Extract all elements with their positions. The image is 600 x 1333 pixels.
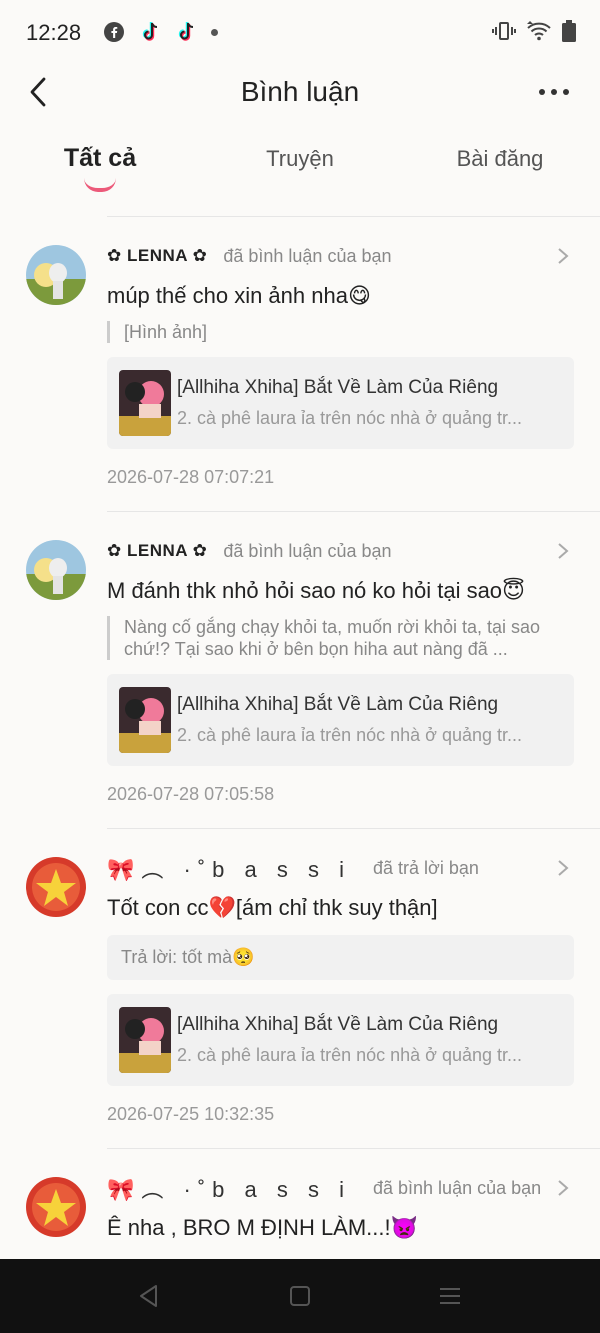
header: Bình luận bbox=[0, 68, 600, 118]
action-text: đã trả lời bạn bbox=[373, 857, 479, 878]
list-item[interactable]: ✿ LENNA ✿ đã bình luận của bạn M đánh th… bbox=[0, 512, 600, 828]
avatar[interactable] bbox=[26, 245, 86, 305]
tab-bar: Tất cả Truyện Bài đăng bbox=[0, 140, 600, 200]
story-card[interactable]: [Allhiha Xhiha] Bắt Về Làm Của Riêng 2. … bbox=[107, 674, 574, 766]
notification-feed: ✿ LENNA ✿ đã bình luận của bạn múp thế c… bbox=[0, 216, 600, 1243]
page-title: Bình luận bbox=[240, 76, 360, 107]
action-text: đã bình luận của bạn bbox=[373, 1177, 542, 1198]
system-nav-bar bbox=[0, 1259, 600, 1333]
system-icons bbox=[492, 20, 576, 42]
comment-text: M đánh thk nhỏ hỏi sao nó ko hỏi tại sao… bbox=[107, 578, 525, 603]
more-horizontal-icon bbox=[539, 89, 545, 95]
nav-back-button[interactable] bbox=[134, 1281, 164, 1311]
timestamp: 2026-07-28 07:07:21 bbox=[107, 467, 275, 487]
chevron-right-icon[interactable] bbox=[556, 1179, 570, 1197]
back-triangle-icon bbox=[140, 1285, 157, 1307]
status-time: 12:28 bbox=[26, 20, 82, 45]
list-item[interactable]: 🎀︵ ·˚b a s s i e… đã bình luận của bạn Ê… bbox=[0, 1149, 600, 1243]
tiktok-icon bbox=[142, 22, 158, 41]
chevron-right-icon[interactable] bbox=[556, 542, 570, 560]
home-square-icon bbox=[290, 1286, 310, 1306]
chevron-right-icon[interactable] bbox=[556, 859, 570, 877]
story-thumbnail bbox=[119, 1007, 171, 1073]
story-title: [Allhiha Xhiha] Bắt Về Làm Của Riêng bbox=[177, 377, 499, 398]
username[interactable]: ✿ LENNA ✿ bbox=[107, 541, 207, 561]
more-options-button[interactable] bbox=[534, 80, 574, 104]
nav-home-button[interactable] bbox=[285, 1281, 315, 1311]
tab-all[interactable]: Tất cả bbox=[25, 144, 175, 173]
avatar[interactable] bbox=[26, 1177, 86, 1237]
menu-lines-icon bbox=[440, 1288, 460, 1304]
username[interactable]: ✿ LENNA ✿ bbox=[107, 246, 207, 266]
wifi-icon bbox=[527, 21, 551, 41]
story-title: [Allhiha Xhiha] Bắt Về Làm Của Riêng bbox=[177, 694, 499, 715]
username[interactable]: 🎀︵ ·˚b a s s i e… bbox=[107, 852, 357, 884]
vibrate-icon bbox=[492, 22, 516, 40]
tiktok-icon bbox=[178, 22, 194, 41]
story-chapter: 2. cà phê laura ỉa trên nóc nhà ở quảng … bbox=[177, 1045, 523, 1065]
story-thumbnail bbox=[119, 370, 171, 436]
username[interactable]: 🎀︵ ·˚b a s s i e… bbox=[107, 1172, 357, 1204]
notification-icons bbox=[103, 20, 218, 44]
story-chapter: 2. cà phê laura ỉa trên nóc nhà ở quảng … bbox=[177, 408, 523, 428]
list-item[interactable]: ✿ LENNA ✿ đã bình luận của bạn múp thế c… bbox=[0, 217, 600, 511]
facebook-icon bbox=[104, 22, 124, 42]
avatar[interactable] bbox=[26, 540, 86, 600]
comment-text: Tốt con cc💔[ám chỉ thk suy thận] bbox=[107, 895, 438, 920]
action-text: đã bình luận của bạn bbox=[223, 245, 392, 266]
story-card[interactable]: [Allhiha Xhiha] Bắt Về Làm Của Riêng 2. … bbox=[107, 357, 574, 449]
more-notifications-dot bbox=[211, 28, 218, 36]
chevron-right-icon[interactable] bbox=[556, 247, 570, 265]
story-chapter: 2. cà phê laura ỉa trên nóc nhà ở quảng … bbox=[177, 725, 523, 745]
story-card[interactable]: [Allhiha Xhiha] Bắt Về Làm Của Riêng 2. … bbox=[107, 994, 574, 1086]
quoted-text: Nàng cố gắng chạy khỏi ta, muốn rời khỏi… bbox=[107, 616, 574, 660]
timestamp: 2026-07-28 07:05:58 bbox=[107, 784, 275, 804]
story-thumbnail bbox=[119, 687, 171, 753]
tab-posts[interactable]: Bài đăng bbox=[425, 146, 575, 172]
tab-stories[interactable]: Truyện bbox=[225, 146, 375, 172]
battery-icon bbox=[562, 20, 576, 42]
story-title: [Allhiha Xhiha] Bắt Về Làm Của Riêng bbox=[177, 1014, 499, 1035]
comment-text: Ê nha , BRO M ĐỊNH LÀM...!👿 bbox=[107, 1215, 419, 1240]
list-item[interactable]: 🎀︵ ·˚b a s s i e… đã trả lời bạn Tốt con… bbox=[0, 829, 600, 1148]
nav-menu-button[interactable] bbox=[435, 1281, 465, 1311]
comment-text: múp thế cho xin ảnh nha😋 bbox=[107, 283, 371, 308]
status-bar: 12:28 bbox=[0, 0, 600, 68]
active-tab-indicator bbox=[84, 178, 116, 192]
timestamp: 2026-07-25 10:32:35 bbox=[107, 1104, 275, 1124]
action-text: đã bình luận của bạn bbox=[223, 540, 392, 561]
quoted-text: [Hình ảnh] bbox=[107, 321, 574, 343]
reply-text: Trả lời: tốt mà🥺 bbox=[107, 935, 574, 980]
avatar[interactable] bbox=[26, 857, 86, 917]
